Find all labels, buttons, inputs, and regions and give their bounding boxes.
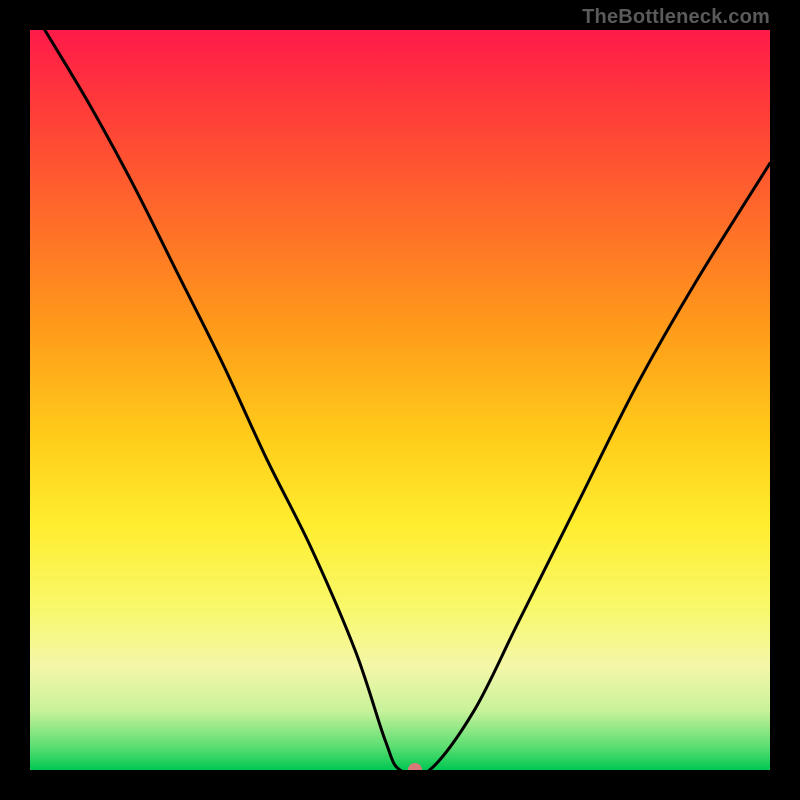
bottleneck-curve-path xyxy=(45,30,770,770)
plot-area xyxy=(30,30,770,770)
attribution-label: TheBottleneck.com xyxy=(582,6,770,29)
chart-svg xyxy=(30,30,770,770)
minimum-marker xyxy=(408,763,422,770)
chart-frame: TheBottleneck.com xyxy=(0,0,800,800)
